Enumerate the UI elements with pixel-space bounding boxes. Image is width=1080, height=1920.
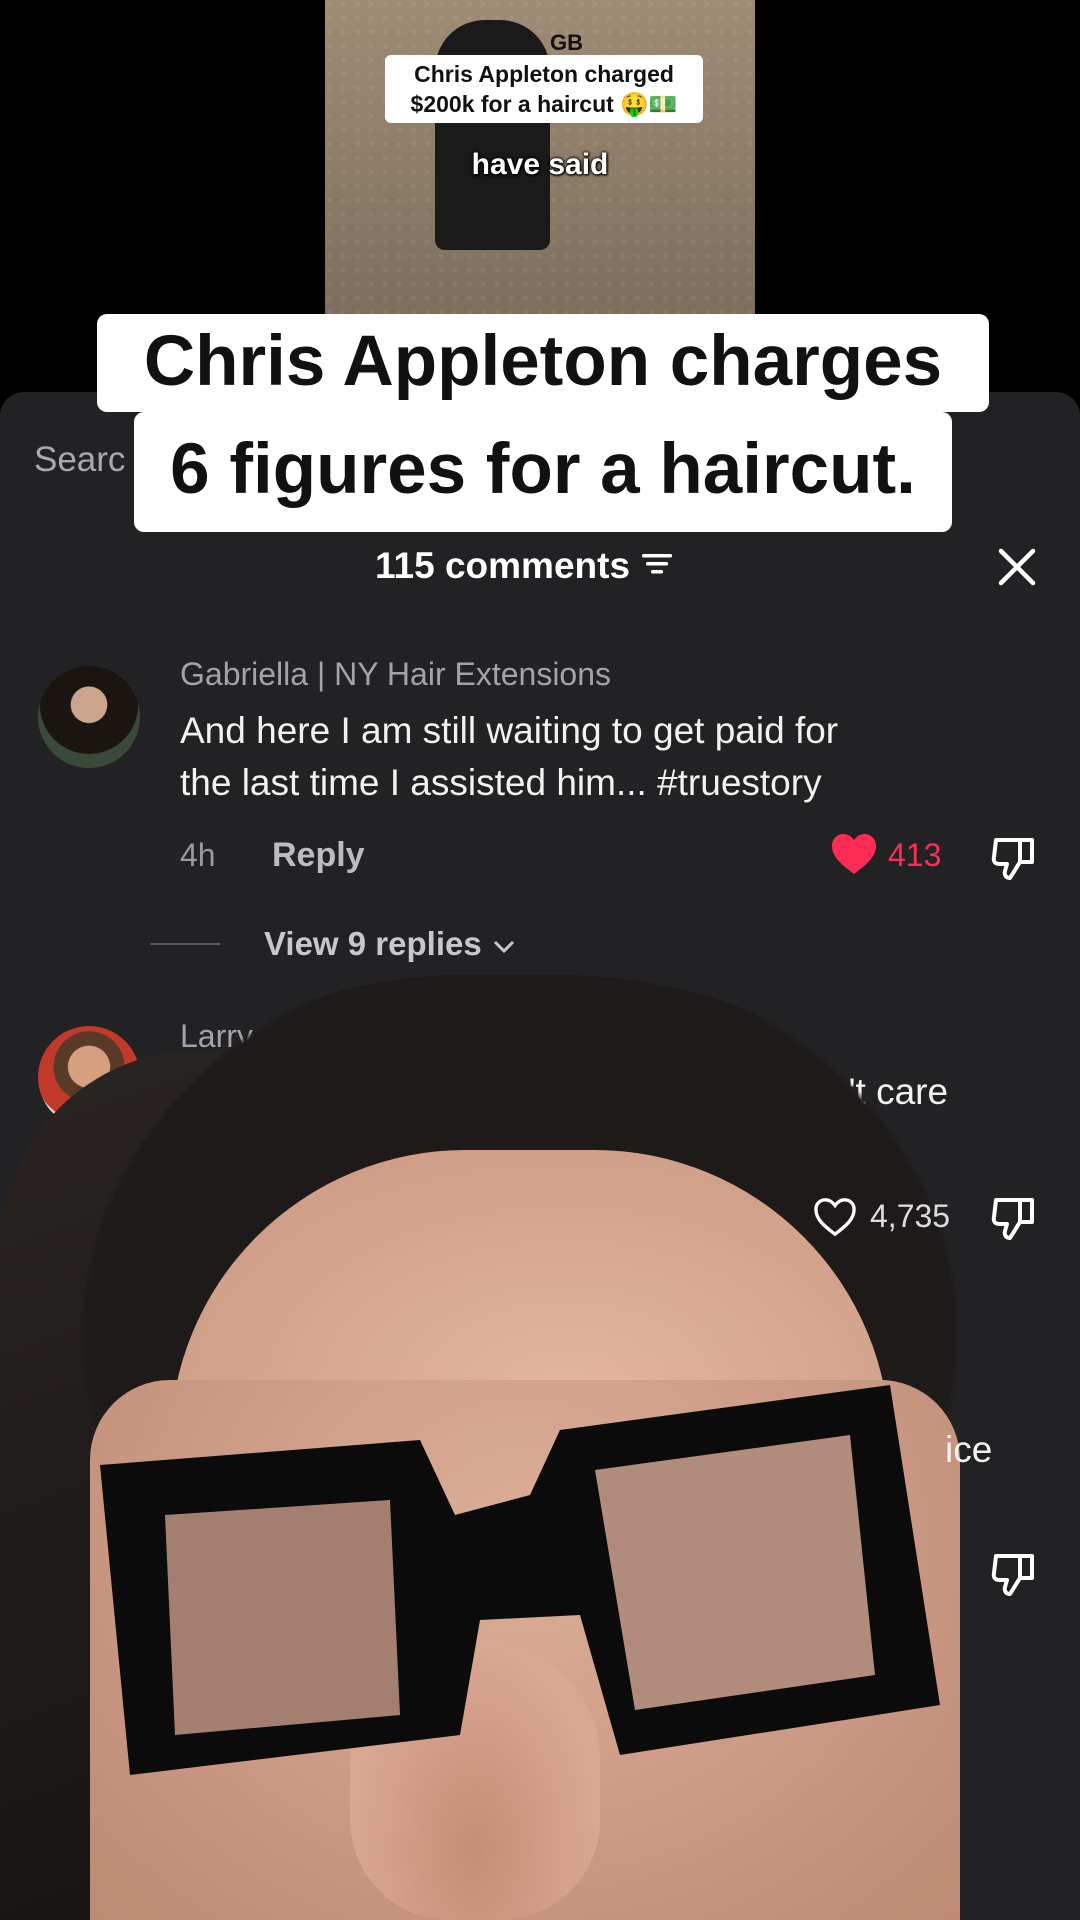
headline-line2: 6 figures for a haircut. (134, 412, 952, 532)
thumbs-down-icon[interactable] (990, 1550, 1040, 1603)
video-caption-line1: Chris Appleton charged (414, 61, 674, 87)
video-thumbnail[interactable]: GB Chris Appleton charged $200k for a ha… (325, 0, 755, 315)
like-count: 413 (888, 837, 942, 873)
thumbs-down-icon[interactable] (990, 1194, 1040, 1247)
comment-text-line2: the last time I assisted him... #truesto… (180, 762, 822, 803)
like-count: 4,735 (870, 1198, 951, 1234)
video-caption: Chris Appleton charged $200k for a hairc… (385, 55, 703, 123)
comment-text: And here I am still waiting to get paid … (180, 705, 838, 809)
video-subtitle: have said (471, 148, 609, 181)
video-caption-line2: $200k for a haircut 🤑💵 (410, 91, 678, 117)
chevron-down-icon (492, 925, 516, 963)
heart-filled-icon[interactable] (830, 832, 878, 881)
close-icon[interactable] (995, 545, 1039, 589)
thumbs-down-icon[interactable] (990, 834, 1040, 887)
filter-icon[interactable] (640, 545, 674, 587)
avatar[interactable] (38, 666, 140, 768)
comment-time: 4h (180, 837, 216, 873)
comments-header: 115 comments (375, 545, 674, 587)
view-replies-button[interactable]: View 9 replies (150, 925, 516, 963)
divider-line (150, 943, 220, 945)
comment-text-fragment: ice (945, 1429, 993, 1470)
search-bar-text[interactable]: Searc (34, 440, 125, 480)
eyeglasses-image (100, 1385, 940, 1775)
headline-line1: Chris Appleton charges (97, 314, 989, 412)
heart-outline-icon[interactable] (812, 1196, 858, 1243)
view-replies-label: View 9 replies (264, 925, 482, 962)
comment-text-line1: And here I am still waiting to get paid … (180, 710, 839, 751)
reply-button[interactable]: Reply (272, 836, 365, 875)
comment-username[interactable]: Gabriella | NY Hair Extensions (180, 656, 611, 693)
comments-count-label: 115 comments (375, 545, 631, 586)
